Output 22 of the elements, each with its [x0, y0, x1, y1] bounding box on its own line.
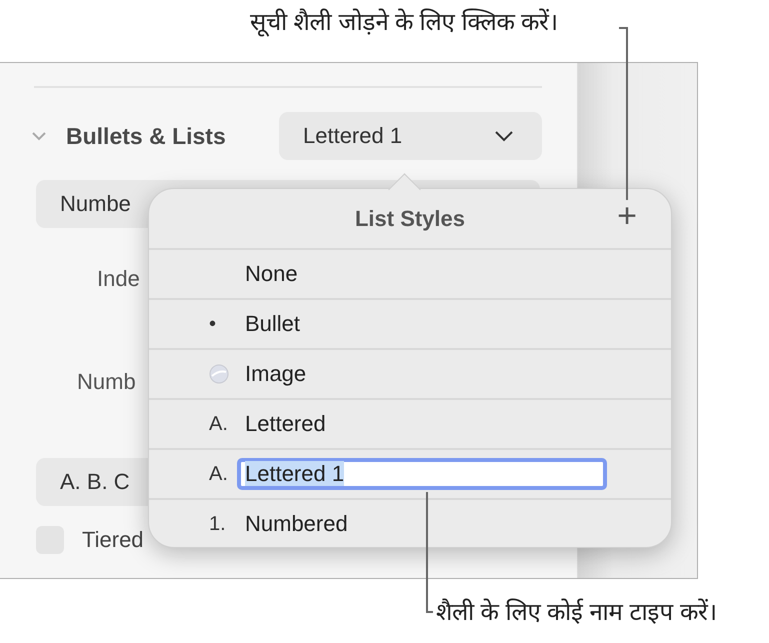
chevron-icon [494, 130, 514, 142]
list-marker: 1. [209, 512, 226, 536]
list-style-dropdown[interactable]: Lettered 1 [279, 112, 542, 160]
checkbox-label: Tiered [82, 527, 144, 553]
chevron-icon[interactable] [32, 131, 46, 141]
list-style-item[interactable]: Numbered [245, 511, 348, 537]
list-marker: • [209, 312, 216, 336]
list-style-item[interactable]: None [245, 261, 298, 287]
name-field[interactable]: Lettered 1 [237, 458, 607, 490]
list-style-item[interactable]: Lettered [245, 411, 326, 437]
list-style-item[interactable]: Bullet [245, 311, 300, 337]
add-button[interactable]: + [613, 197, 641, 236]
list-marker: A. [209, 462, 228, 486]
indent-label: Inde [97, 266, 140, 292]
popover-title: List Styles [354, 206, 466, 232]
list-marker: A. [209, 412, 228, 436]
number-label: Numb [77, 369, 136, 395]
list-style-item[interactable]: Image [245, 361, 306, 387]
section-title: Bullets & Lists [66, 122, 227, 150]
callout-text: शैली के लिए कोई नाम टाइप करें। [436, 598, 718, 627]
callout-text: सूची शैली जोड़ने के लिए क्लिक करें। [250, 8, 558, 37]
image-bullet-icon [209, 364, 229, 384]
